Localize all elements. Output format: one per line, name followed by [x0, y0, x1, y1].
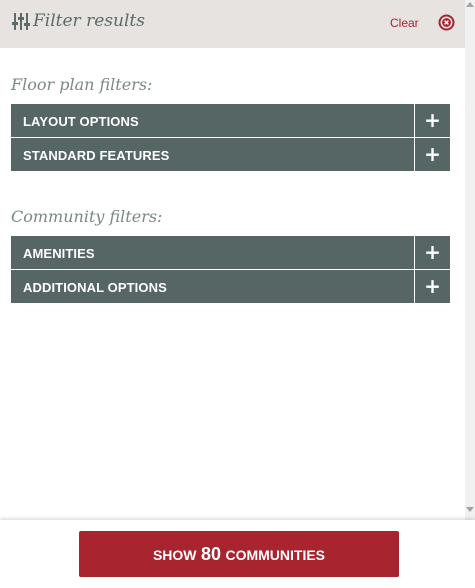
- close-icon[interactable]: [438, 14, 455, 31]
- accordion-label: ADDITIONAL OPTIONS: [23, 280, 167, 295]
- communities-label: COMMUNITIES: [225, 547, 326, 563]
- show-label: SHOW: [152, 547, 197, 563]
- scroll-down-arrow-icon[interactable]: [466, 507, 474, 512]
- plus-icon[interactable]: +: [415, 270, 450, 303]
- accordion-standard-features[interactable]: STANDARD FEATURES +: [11, 138, 450, 171]
- result-count: 80: [200, 544, 222, 564]
- accordion-layout-options[interactable]: LAYOUT OPTIONS +: [11, 104, 450, 137]
- results-footer: SHOW 80 COMMUNITIES: [0, 520, 475, 588]
- plus-icon[interactable]: +: [415, 104, 450, 137]
- clear-link[interactable]: Clear: [390, 16, 419, 30]
- sliders-icon: [12, 12, 30, 31]
- floor-plan-filters-heading: Floor plan filters:: [11, 75, 153, 94]
- plus-icon[interactable]: +: [415, 138, 450, 171]
- scroll-up-arrow-icon[interactable]: [466, 2, 474, 7]
- accordion-label: AMENITIES: [23, 246, 95, 261]
- filter-title: Filter results: [33, 11, 145, 31]
- community-filters-heading: Community filters:: [11, 207, 163, 226]
- filter-header: Filter results Clear: [0, 0, 465, 48]
- plus-icon[interactable]: +: [415, 236, 450, 269]
- accordion-label: STANDARD FEATURES: [23, 148, 170, 163]
- filter-panel: Filter results Clear Floor plan filters:…: [0, 0, 465, 520]
- accordion-amenities[interactable]: AMENITIES +: [11, 236, 450, 269]
- scrollbar[interactable]: [465, 0, 475, 520]
- accordion-additional-options[interactable]: ADDITIONAL OPTIONS +: [11, 270, 450, 303]
- accordion-label: LAYOUT OPTIONS: [23, 114, 139, 129]
- show-communities-button[interactable]: SHOW 80 COMMUNITIES: [79, 531, 399, 577]
